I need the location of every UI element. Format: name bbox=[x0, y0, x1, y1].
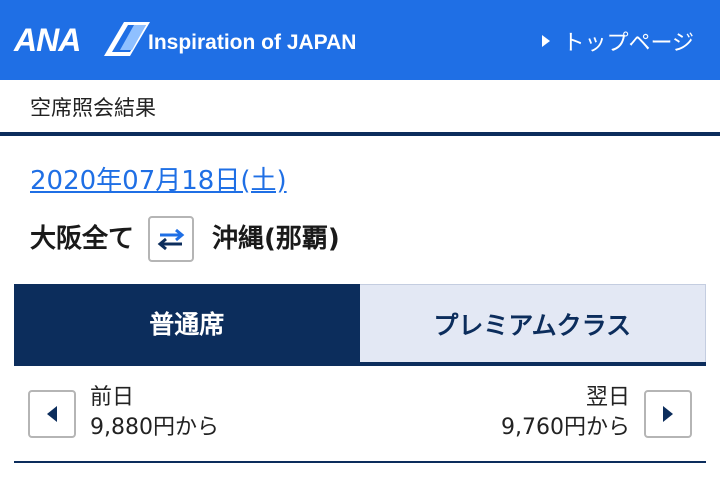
chevron-right-icon bbox=[663, 406, 673, 422]
previous-day-price: 9,880円から bbox=[90, 415, 219, 440]
tab-economy[interactable]: 普通席 bbox=[14, 284, 360, 362]
ana-logo[interactable]: ANA bbox=[14, 20, 150, 58]
day-navigation: 前日 9,880円から 翌日 9,760円から bbox=[14, 366, 706, 462]
previous-day-label: 前日 bbox=[90, 385, 135, 410]
next-day-price: 9,760円から bbox=[501, 415, 630, 440]
seat-class-tabs: 普通席 プレミアムクラス bbox=[14, 284, 706, 366]
swap-route-button[interactable] bbox=[148, 216, 195, 262]
site-header: ANA Inspiration of JAPAN トップページ bbox=[0, 0, 720, 80]
top-page-link-label: トップページ bbox=[562, 31, 694, 56]
next-day-info[interactable]: 翌日 9,760円から bbox=[501, 384, 630, 444]
date-link[interactable]: 2020年07月18日(土) bbox=[30, 164, 287, 198]
triangle-right-icon bbox=[542, 35, 551, 47]
destination-city: 沖縄(那覇) bbox=[212, 224, 340, 254]
next-day-button[interactable] bbox=[644, 390, 692, 438]
page-title: 空席照会結果 bbox=[30, 96, 156, 120]
page-title-bar: 空席照会結果 bbox=[0, 80, 720, 136]
next-day-label: 翌日 bbox=[585, 385, 630, 410]
top-page-link[interactable]: トップページ bbox=[542, 26, 694, 56]
chevron-left-icon bbox=[47, 406, 57, 422]
origin-city: 大阪全て bbox=[30, 224, 135, 254]
ana-logo-slash-icon bbox=[104, 22, 150, 56]
previous-day-button[interactable] bbox=[28, 390, 76, 438]
previous-day-info[interactable]: 前日 9,880円から bbox=[90, 384, 219, 444]
ana-logo-text: ANA bbox=[14, 22, 81, 58]
tagline: Inspiration of JAPAN bbox=[148, 31, 357, 54]
tab-premium-class[interactable]: プレミアムクラス bbox=[359, 284, 706, 362]
route: 大阪全て 沖縄(那覇) bbox=[30, 214, 340, 264]
divider bbox=[14, 461, 706, 463]
swap-arrows-icon bbox=[157, 228, 185, 251]
